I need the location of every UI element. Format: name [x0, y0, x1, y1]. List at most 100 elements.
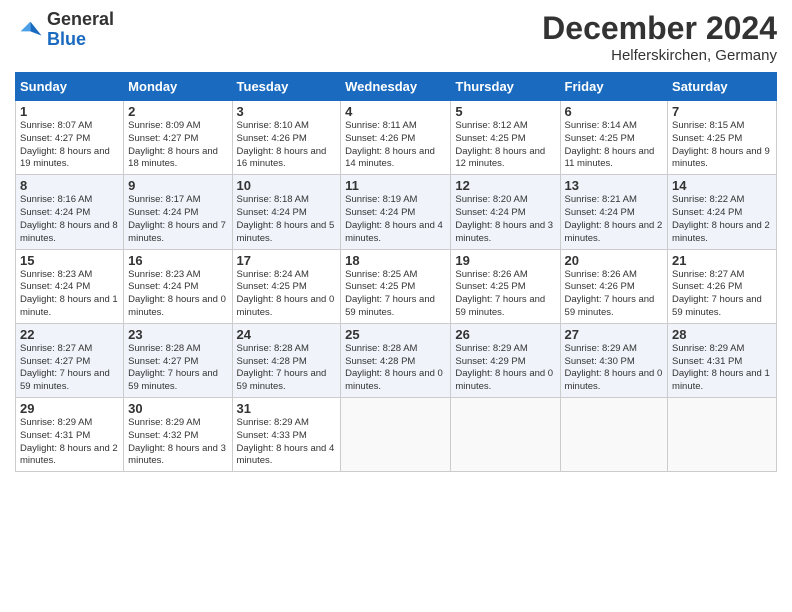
- day-detail: Sunrise: 8:10 AMSunset: 4:26 PMDaylight:…: [237, 120, 327, 169]
- calendar-cell: 6 Sunrise: 8:14 AMSunset: 4:25 PMDayligh…: [560, 101, 668, 175]
- calendar-cell: 16 Sunrise: 8:23 AMSunset: 4:24 PMDaylig…: [124, 249, 232, 323]
- calendar-cell: 29 Sunrise: 8:29 AMSunset: 4:31 PMDaylig…: [16, 398, 124, 472]
- day-detail: Sunrise: 8:12 AMSunset: 4:25 PMDaylight:…: [455, 120, 545, 169]
- calendar-cell: 9 Sunrise: 8:17 AMSunset: 4:24 PMDayligh…: [124, 175, 232, 249]
- calendar-cell: 22 Sunrise: 8:27 AMSunset: 4:27 PMDaylig…: [16, 323, 124, 397]
- day-detail: Sunrise: 8:29 AMSunset: 4:30 PMDaylight:…: [565, 343, 663, 392]
- calendar-cell: 24 Sunrise: 8:28 AMSunset: 4:28 PMDaylig…: [232, 323, 341, 397]
- calendar-cell: 17 Sunrise: 8:24 AMSunset: 4:25 PMDaylig…: [232, 249, 341, 323]
- calendar-cell: 25 Sunrise: 8:28 AMSunset: 4:28 PMDaylig…: [341, 323, 451, 397]
- day-detail: Sunrise: 8:22 AMSunset: 4:24 PMDaylight:…: [672, 194, 770, 243]
- week-row-3: 15 Sunrise: 8:23 AMSunset: 4:24 PMDaylig…: [16, 249, 777, 323]
- weekday-header-monday: Monday: [124, 73, 232, 101]
- week-row-1: 1 Sunrise: 8:07 AMSunset: 4:27 PMDayligh…: [16, 101, 777, 175]
- day-detail: Sunrise: 8:29 AMSunset: 4:31 PMDaylight:…: [20, 417, 118, 466]
- calendar-cell: 23 Sunrise: 8:28 AMSunset: 4:27 PMDaylig…: [124, 323, 232, 397]
- day-number: 23: [128, 327, 227, 342]
- calendar-cell: 10 Sunrise: 8:18 AMSunset: 4:24 PMDaylig…: [232, 175, 341, 249]
- calendar-cell: 28 Sunrise: 8:29 AMSunset: 4:31 PMDaylig…: [668, 323, 777, 397]
- day-detail: Sunrise: 8:27 AMSunset: 4:27 PMDaylight:…: [20, 343, 110, 392]
- day-detail: Sunrise: 8:14 AMSunset: 4:25 PMDaylight:…: [565, 120, 655, 169]
- calendar-cell: [341, 398, 451, 472]
- logo-blue: Blue: [47, 29, 86, 49]
- day-detail: Sunrise: 8:20 AMSunset: 4:24 PMDaylight:…: [455, 194, 553, 243]
- day-number: 9: [128, 178, 227, 193]
- day-number: 6: [565, 104, 664, 119]
- day-number: 30: [128, 401, 227, 416]
- weekday-header-wednesday: Wednesday: [341, 73, 451, 101]
- calendar-cell: 2 Sunrise: 8:09 AMSunset: 4:27 PMDayligh…: [124, 101, 232, 175]
- weekday-header-thursday: Thursday: [451, 73, 560, 101]
- day-number: 10: [237, 178, 337, 193]
- calendar-cell: 8 Sunrise: 8:16 AMSunset: 4:24 PMDayligh…: [16, 175, 124, 249]
- day-detail: Sunrise: 8:19 AMSunset: 4:24 PMDaylight:…: [345, 194, 443, 243]
- day-number: 24: [237, 327, 337, 342]
- day-detail: Sunrise: 8:29 AMSunset: 4:32 PMDaylight:…: [128, 417, 226, 466]
- calendar-cell: 30 Sunrise: 8:29 AMSunset: 4:32 PMDaylig…: [124, 398, 232, 472]
- day-number: 14: [672, 178, 772, 193]
- day-number: 19: [455, 253, 555, 268]
- day-number: 22: [20, 327, 119, 342]
- calendar-cell: 11 Sunrise: 8:19 AMSunset: 4:24 PMDaylig…: [341, 175, 451, 249]
- logo: General Blue: [15, 10, 114, 50]
- day-detail: Sunrise: 8:15 AMSunset: 4:25 PMDaylight:…: [672, 120, 770, 169]
- day-number: 27: [565, 327, 664, 342]
- day-detail: Sunrise: 8:17 AMSunset: 4:24 PMDaylight:…: [128, 194, 226, 243]
- logo-general: General: [47, 9, 114, 29]
- calendar-cell: 3 Sunrise: 8:10 AMSunset: 4:26 PMDayligh…: [232, 101, 341, 175]
- calendar-cell: 4 Sunrise: 8:11 AMSunset: 4:26 PMDayligh…: [341, 101, 451, 175]
- calendar-cell: 7 Sunrise: 8:15 AMSunset: 4:25 PMDayligh…: [668, 101, 777, 175]
- day-detail: Sunrise: 8:07 AMSunset: 4:27 PMDaylight:…: [20, 120, 110, 169]
- calendar-cell: 18 Sunrise: 8:25 AMSunset: 4:25 PMDaylig…: [341, 249, 451, 323]
- day-number: 26: [455, 327, 555, 342]
- calendar-cell: 1 Sunrise: 8:07 AMSunset: 4:27 PMDayligh…: [16, 101, 124, 175]
- weekday-header-friday: Friday: [560, 73, 668, 101]
- day-detail: Sunrise: 8:28 AMSunset: 4:27 PMDaylight:…: [128, 343, 218, 392]
- week-row-2: 8 Sunrise: 8:16 AMSunset: 4:24 PMDayligh…: [16, 175, 777, 249]
- day-number: 1: [20, 104, 119, 119]
- day-detail: Sunrise: 8:24 AMSunset: 4:25 PMDaylight:…: [237, 269, 335, 318]
- day-detail: Sunrise: 8:26 AMSunset: 4:25 PMDaylight:…: [455, 269, 545, 318]
- day-detail: Sunrise: 8:26 AMSunset: 4:26 PMDaylight:…: [565, 269, 655, 318]
- day-number: 17: [237, 253, 337, 268]
- day-number: 15: [20, 253, 119, 268]
- day-number: 21: [672, 253, 772, 268]
- calendar: SundayMondayTuesdayWednesdayThursdayFrid…: [15, 72, 777, 472]
- day-detail: Sunrise: 8:28 AMSunset: 4:28 PMDaylight:…: [345, 343, 443, 392]
- day-number: 7: [672, 104, 772, 119]
- day-detail: Sunrise: 8:27 AMSunset: 4:26 PMDaylight:…: [672, 269, 762, 318]
- calendar-cell: 5 Sunrise: 8:12 AMSunset: 4:25 PMDayligh…: [451, 101, 560, 175]
- logo-text: General Blue: [47, 10, 114, 50]
- day-number: 4: [345, 104, 446, 119]
- day-detail: Sunrise: 8:16 AMSunset: 4:24 PMDaylight:…: [20, 194, 118, 243]
- week-row-5: 29 Sunrise: 8:29 AMSunset: 4:31 PMDaylig…: [16, 398, 777, 472]
- title-area: December 2024 Helferskirchen, Germany: [542, 10, 777, 64]
- day-number: 20: [565, 253, 664, 268]
- day-number: 16: [128, 253, 227, 268]
- day-detail: Sunrise: 8:09 AMSunset: 4:27 PMDaylight:…: [128, 120, 218, 169]
- weekday-header-row: SundayMondayTuesdayWednesdayThursdayFrid…: [16, 73, 777, 101]
- calendar-cell: 27 Sunrise: 8:29 AMSunset: 4:30 PMDaylig…: [560, 323, 668, 397]
- day-number: 3: [237, 104, 337, 119]
- day-detail: Sunrise: 8:23 AMSunset: 4:24 PMDaylight:…: [20, 269, 118, 318]
- calendar-cell: [668, 398, 777, 472]
- day-number: 13: [565, 178, 664, 193]
- calendar-cell: 13 Sunrise: 8:21 AMSunset: 4:24 PMDaylig…: [560, 175, 668, 249]
- day-number: 28: [672, 327, 772, 342]
- day-number: 2: [128, 104, 227, 119]
- calendar-cell: [560, 398, 668, 472]
- calendar-cell: 14 Sunrise: 8:22 AMSunset: 4:24 PMDaylig…: [668, 175, 777, 249]
- weekday-header-tuesday: Tuesday: [232, 73, 341, 101]
- day-detail: Sunrise: 8:25 AMSunset: 4:25 PMDaylight:…: [345, 269, 435, 318]
- day-detail: Sunrise: 8:29 AMSunset: 4:33 PMDaylight:…: [237, 417, 335, 466]
- calendar-cell: 20 Sunrise: 8:26 AMSunset: 4:26 PMDaylig…: [560, 249, 668, 323]
- month-title: December 2024: [542, 10, 777, 47]
- calendar-cell: 15 Sunrise: 8:23 AMSunset: 4:24 PMDaylig…: [16, 249, 124, 323]
- day-detail: Sunrise: 8:29 AMSunset: 4:31 PMDaylight:…: [672, 343, 770, 392]
- day-number: 25: [345, 327, 446, 342]
- day-detail: Sunrise: 8:29 AMSunset: 4:29 PMDaylight:…: [455, 343, 553, 392]
- day-number: 31: [237, 401, 337, 416]
- header: General Blue December 2024 Helferskirche…: [15, 10, 777, 64]
- day-number: 18: [345, 253, 446, 268]
- weekday-header-saturday: Saturday: [668, 73, 777, 101]
